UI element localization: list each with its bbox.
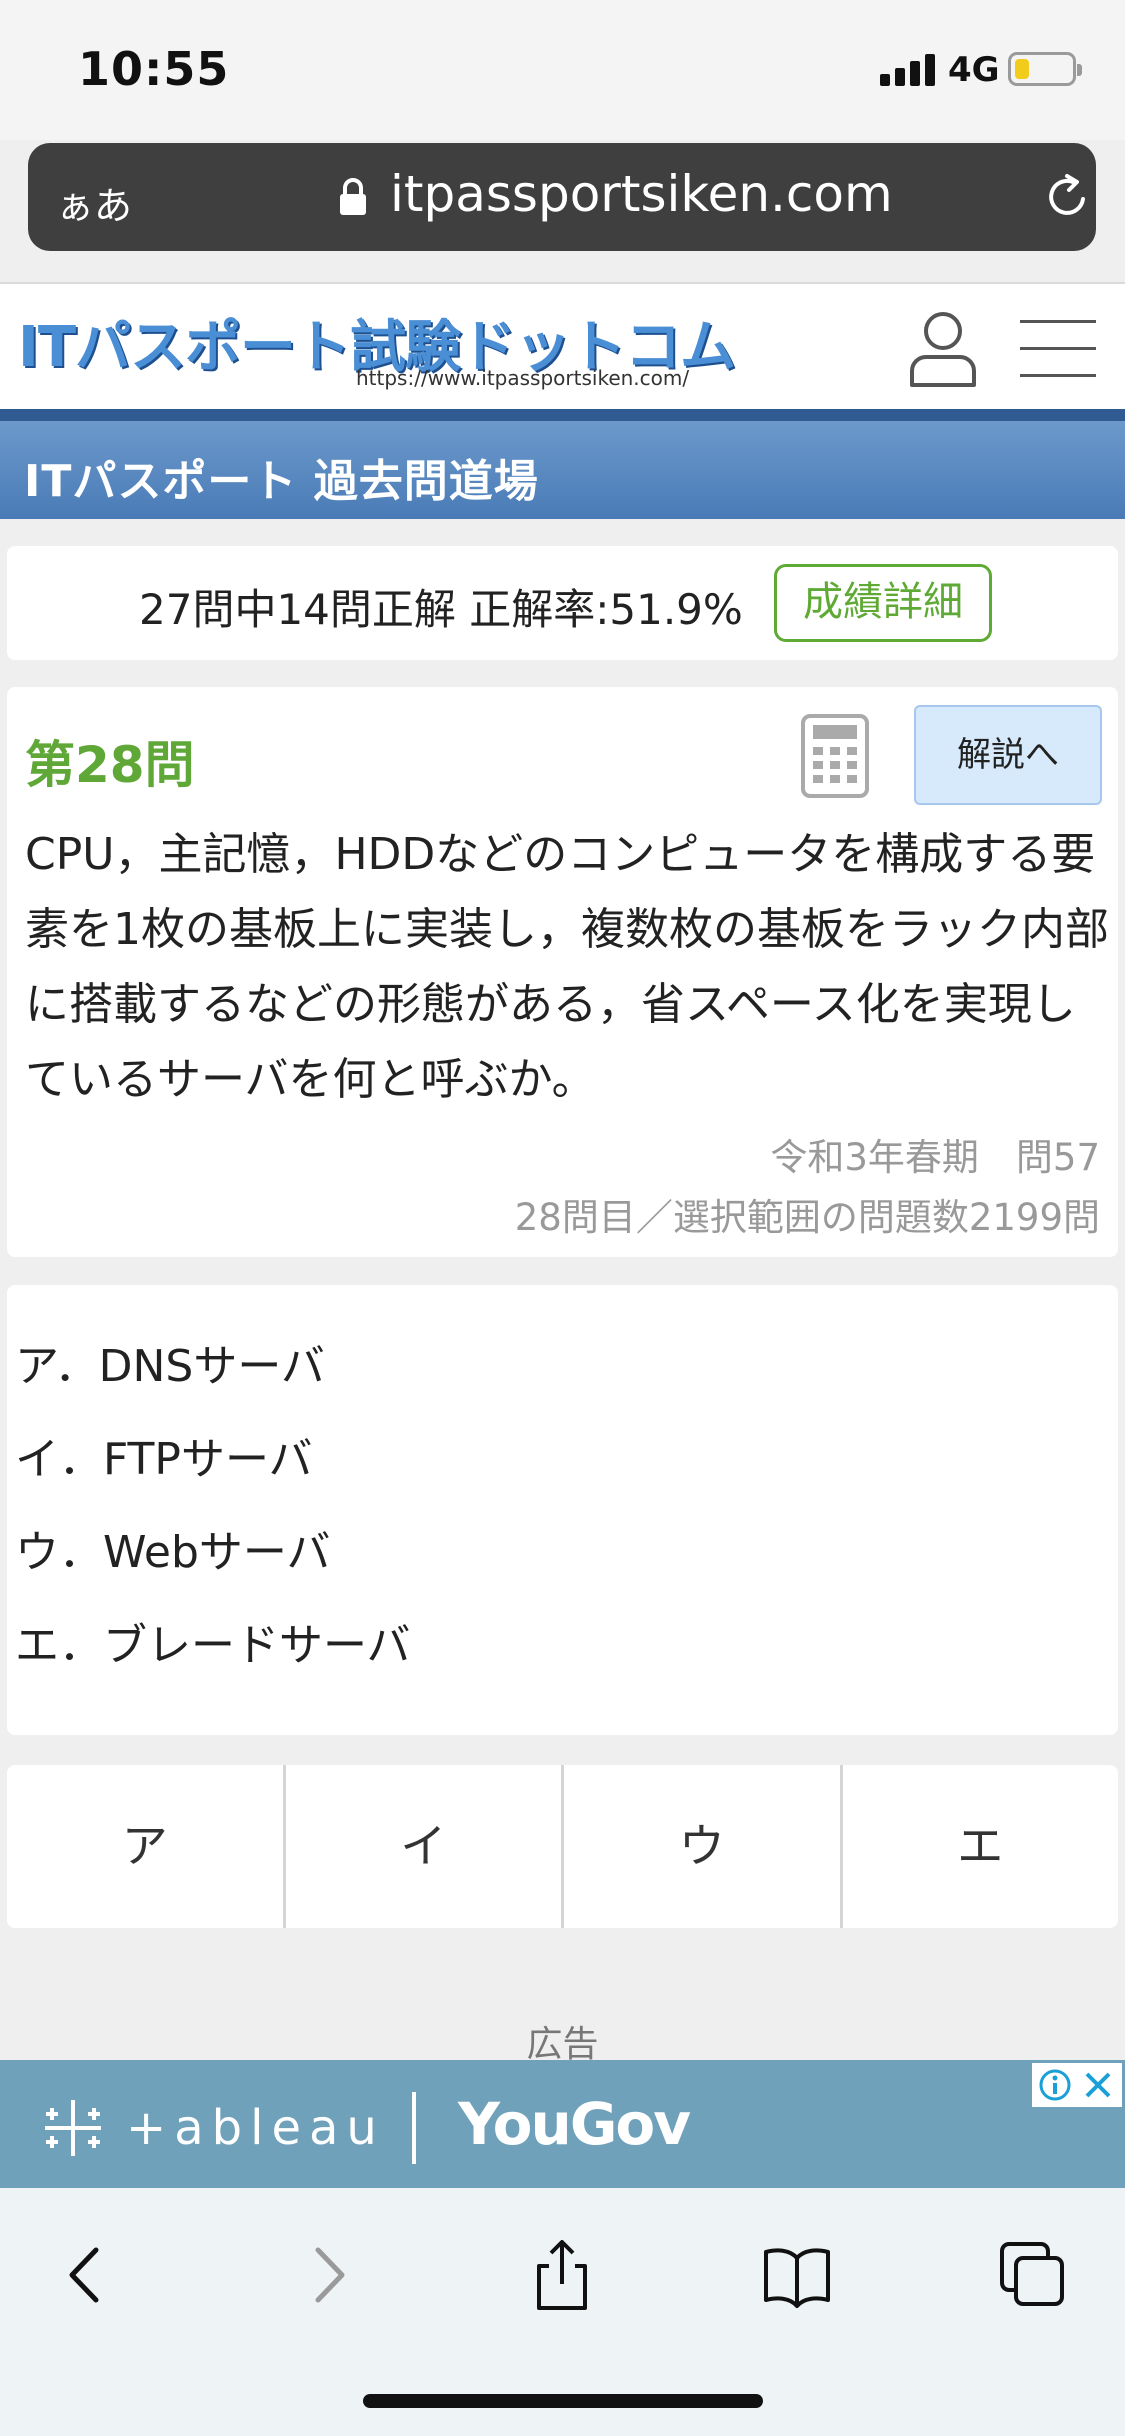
ad-info-icon[interactable] <box>1038 2068 1072 2102</box>
bookmarks-icon[interactable] <box>762 2240 832 2310</box>
answer-button-e[interactable]: エ <box>843 1765 1119 1928</box>
url-text[interactable]: itpassportsiken.com <box>390 165 893 223</box>
score-detail-button[interactable]: 成績詳細 <box>774 564 992 642</box>
tabs-icon[interactable] <box>998 2240 1068 2310</box>
answer-button-u[interactable]: ウ <box>564 1765 843 1928</box>
network-label: 4G <box>948 50 1000 90</box>
answer-buttons: ア イ ウ エ <box>7 1765 1118 1928</box>
site-header: ITパスポート試験ドットコム https://www.itpassportsik… <box>0 282 1125 409</box>
question-card: 第28問 解説へ CPU，主記憶，HDDなどのコンピュータを構成する要素を1枚の… <box>7 687 1118 1257</box>
section-band: ITパスポート 過去問道場 <box>0 409 1125 519</box>
choice-u: ウ．Webサーバ <box>15 1527 331 1578</box>
hamburger-menu-icon[interactable] <box>1020 320 1096 378</box>
battery-level <box>1015 59 1029 79</box>
tableau-text: +ableau <box>126 2100 385 2156</box>
site-logo[interactable]: ITパスポート試験ドットコム https://www.itpassportsik… <box>18 302 736 392</box>
explanation-button[interactable]: 解説へ <box>914 705 1102 805</box>
score-text: 27問中14問正解 正解率:51.9% <box>139 585 743 634</box>
share-icon[interactable] <box>527 2240 597 2310</box>
reader-settings-button[interactable]: ぁあ <box>56 175 132 230</box>
ad-divider <box>412 2092 416 2164</box>
tableau-logo: +ableau <box>38 2094 408 2162</box>
section-title: ITパスポート 過去問道場 <box>24 456 539 507</box>
logo-url: https://www.itpassportsiken.com/ <box>356 366 690 390</box>
choice-a: ア．DNSサーバ <box>15 1341 325 1392</box>
ad-controls <box>1032 2063 1122 2107</box>
ad-banner[interactable]: +ableau YouGov <box>0 2060 1125 2188</box>
user-icon[interactable] <box>908 309 978 387</box>
calculator-icon[interactable] <box>800 713 870 799</box>
choice-e: エ．ブレードサーバ <box>15 1620 411 1671</box>
reload-icon[interactable] <box>1043 173 1091 221</box>
battery-icon <box>1008 52 1082 86</box>
question-number: 第28問 <box>25 736 195 794</box>
home-indicator <box>363 2394 763 2408</box>
question-source: 令和3年春期 問57 <box>770 1136 1100 1179</box>
answer-button-a[interactable]: ア <box>7 1765 286 1928</box>
choices-card: ア．DNSサーバ イ．FTPサーバ ウ．Webサーバ エ．ブレードサーバ <box>7 1285 1118 1735</box>
status-bar: 10:55 4G <box>0 0 1125 140</box>
status-time: 10:55 <box>78 42 230 96</box>
choice-i: イ．FTPサーバ <box>15 1434 313 1485</box>
question-progress: 28問目／選択範囲の問題数2199問 <box>514 1196 1100 1239</box>
question-text: CPU，主記憶，HDDなどのコンピュータを構成する要素を1枚の基板上に実装し，複… <box>25 829 1109 1105</box>
tableau-cross-icon <box>45 2100 101 2156</box>
address-bar[interactable]: ぁあ itpassportsiken.com <box>28 143 1096 251</box>
back-icon[interactable] <box>52 2240 122 2310</box>
signal-icon <box>880 52 938 86</box>
lock-icon <box>340 178 366 215</box>
yougov-logo: YouGov <box>458 2090 691 2158</box>
score-card: 27問中14問正解 正解率:51.9% 成績詳細 <box>7 546 1118 660</box>
answer-button-i[interactable]: イ <box>286 1765 564 1928</box>
ad-close-icon[interactable] <box>1082 2069 1114 2101</box>
forward-icon[interactable] <box>292 2240 362 2310</box>
